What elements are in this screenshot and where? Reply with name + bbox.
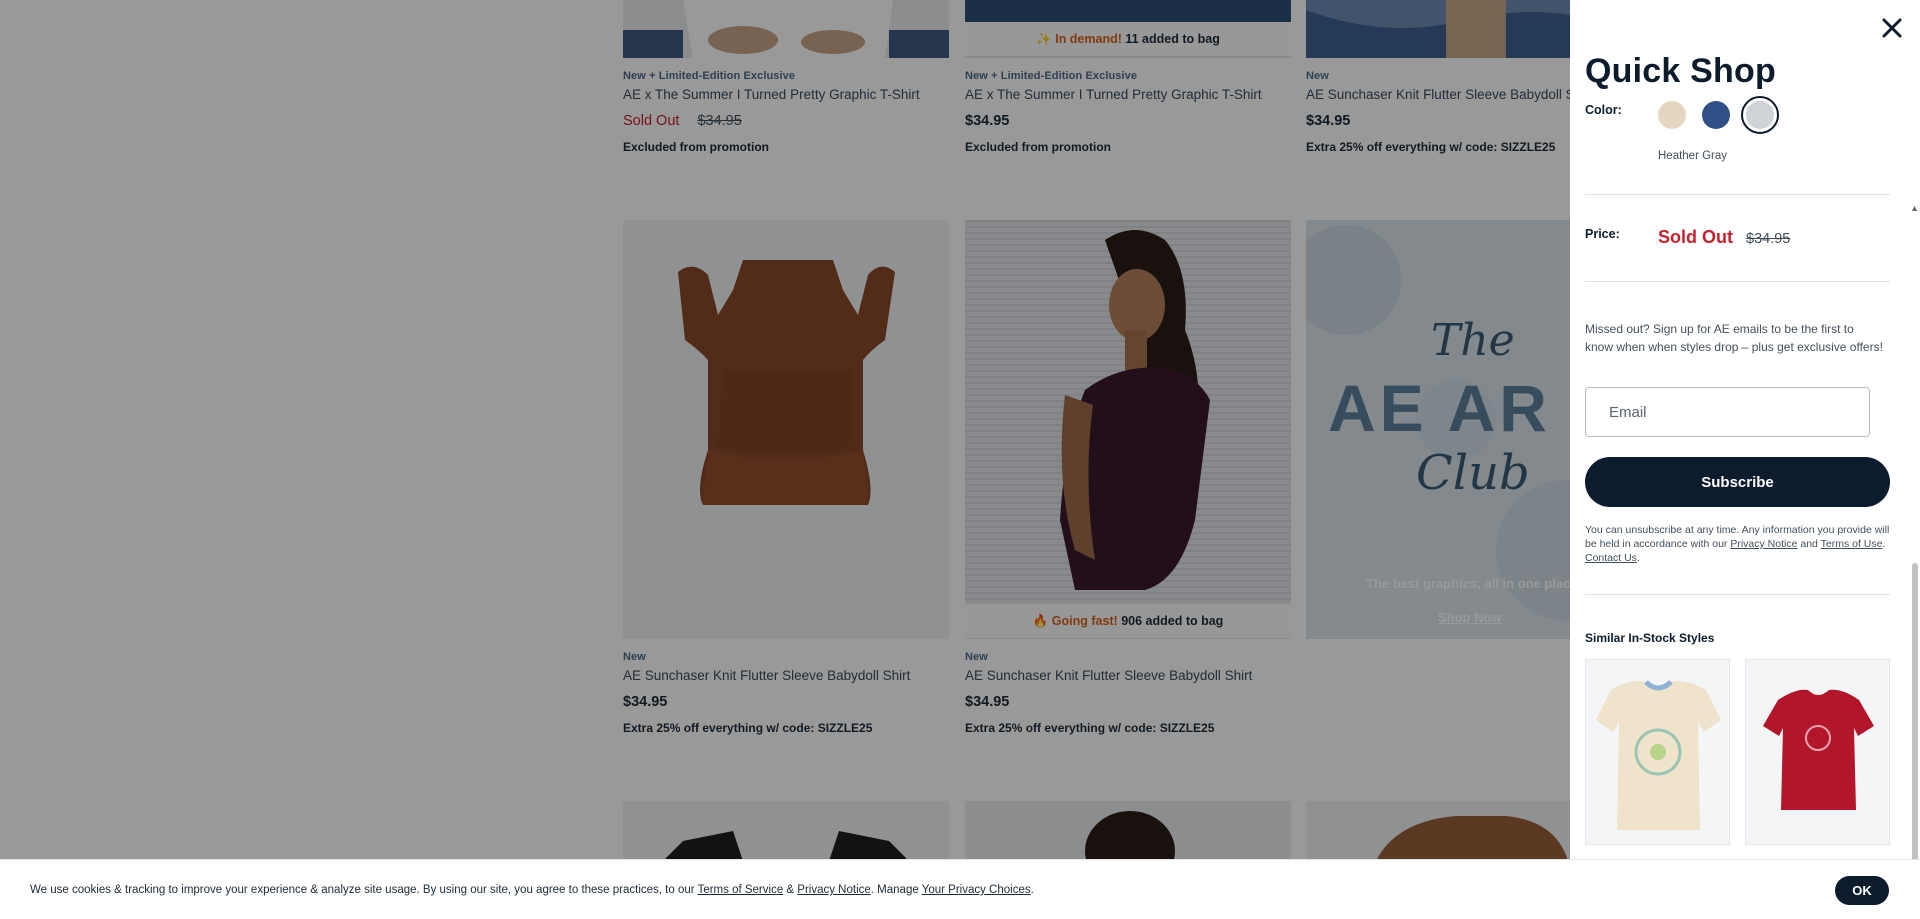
privacy-notice-link[interactable]: Privacy Notice xyxy=(1730,538,1797,550)
legal-dot: . xyxy=(1882,538,1886,550)
legal-text: You can unsubscribe at any time. Any inf… xyxy=(1585,523,1890,565)
divider xyxy=(1585,281,1890,282)
quick-shop-title: Quick Shop xyxy=(1585,52,1776,90)
selected-color-name: Heather Gray xyxy=(1658,150,1728,162)
privacy-choices-link[interactable]: Your Privacy Choices xyxy=(922,884,1031,896)
color-swatch-cream[interactable] xyxy=(1658,101,1686,129)
color-label: Color: xyxy=(1585,103,1622,117)
cookie-text-prefix: We use cookies & tracking to improve you… xyxy=(30,884,698,896)
cookie-ok-button[interactable]: OK xyxy=(1835,876,1889,905)
back-in-stock-message: Missed out? Sign up for AE emails to be … xyxy=(1585,322,1883,354)
cookie-privacy-notice-link[interactable]: Privacy Notice xyxy=(797,884,871,896)
subscribe-button[interactable]: Subscribe xyxy=(1585,457,1890,507)
cookie-banner: We use cookies & tracking to improve you… xyxy=(0,859,1920,919)
price-label: Price: xyxy=(1585,227,1620,241)
color-swatch-heather-gray[interactable] xyxy=(1746,101,1774,129)
legal-and: and xyxy=(1797,538,1821,550)
sold-out-label: Sold Out xyxy=(1658,227,1733,247)
email-field[interactable] xyxy=(1585,387,1870,437)
color-swatch-navy[interactable] xyxy=(1702,101,1730,129)
contact-us-link[interactable]: Contact Us xyxy=(1585,552,1637,564)
similar-style-card[interactable] xyxy=(1745,659,1890,845)
quick-shop-price: Sold Out $34.95 xyxy=(1658,227,1790,248)
divider xyxy=(1585,194,1890,195)
terms-of-use-link[interactable]: Terms of Use xyxy=(1821,538,1883,550)
quick-shop-panel: Quick Shop Color: Heather Gray Price: So… xyxy=(1570,0,1920,919)
original-price: $34.95 xyxy=(1746,231,1791,247)
panel-scrollbar[interactable]: ▲ xyxy=(1910,100,1920,919)
cookie-amp: & xyxy=(783,884,798,896)
close-icon[interactable] xyxy=(1878,14,1906,42)
divider xyxy=(1585,594,1890,595)
cookie-manage-text: . Manage xyxy=(870,884,922,896)
similar-style-card[interactable] xyxy=(1585,659,1730,845)
cookie-text: We use cookies & tracking to improve you… xyxy=(30,884,1034,896)
similar-styles-title: Similar In-Stock Styles xyxy=(1585,631,1715,645)
legal-end: . xyxy=(1636,552,1640,564)
terms-of-service-link[interactable]: Terms of Service xyxy=(698,884,784,896)
chevron-up-icon[interactable]: ▲ xyxy=(1910,203,1919,213)
cookie-end: . xyxy=(1030,884,1034,896)
